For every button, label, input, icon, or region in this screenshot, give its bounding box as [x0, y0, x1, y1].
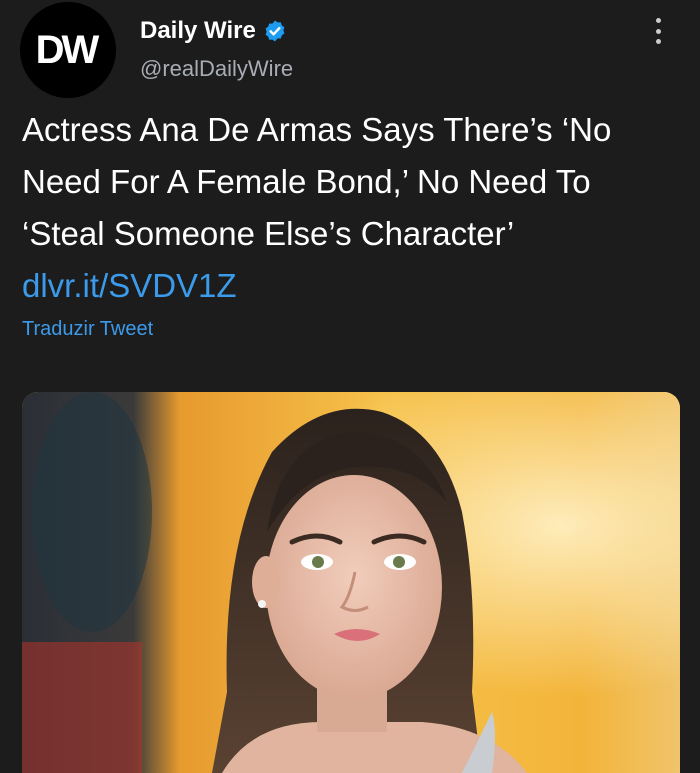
tweet-body: Actress Ana De Armas Says There’s ‘No Ne…	[22, 111, 612, 252]
account-handle[interactable]: @realDailyWire	[140, 56, 293, 82]
tweet-media-image[interactable]	[22, 392, 680, 773]
avatar-logo-text: DW	[35, 27, 100, 72]
display-name[interactable]: Daily Wire	[140, 17, 256, 45]
tweet-text: Actress Ana De Armas Says There’s ‘No Ne…	[22, 104, 682, 312]
tweet-link[interactable]: dlvr.it/SVDV1Z	[22, 267, 237, 304]
avatar[interactable]: DW	[20, 2, 116, 98]
more-vertical-icon[interactable]	[650, 18, 666, 44]
verified-badge-icon	[263, 19, 287, 43]
photo-illustration	[22, 392, 680, 773]
account-name-row: Daily Wire	[140, 16, 287, 46]
translate-tweet-link[interactable]: Traduzir Tweet	[22, 318, 153, 341]
